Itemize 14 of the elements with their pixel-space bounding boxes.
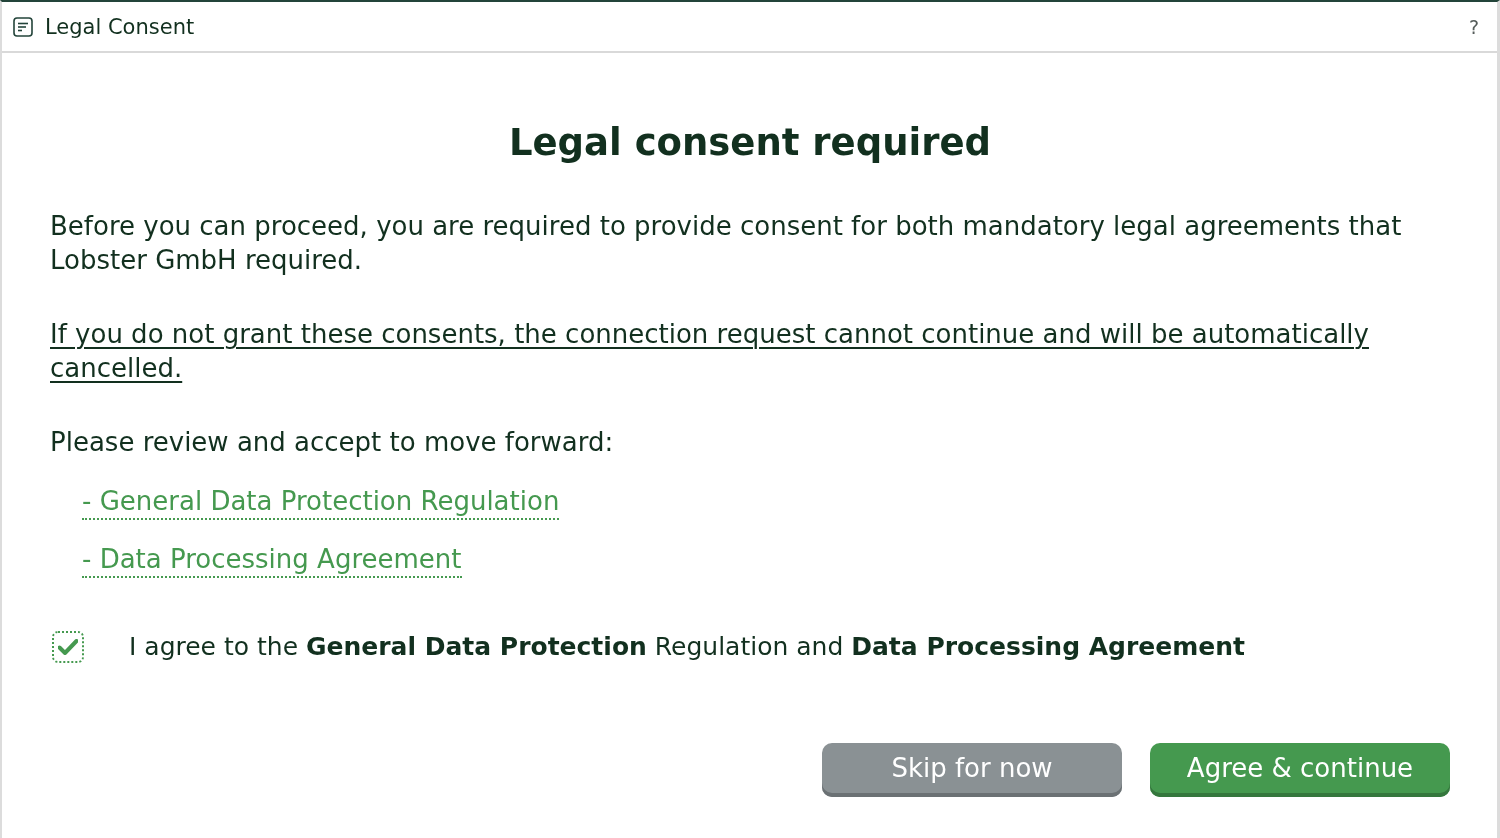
warning-text: If you do not grant these consents, the connection request cannot continue and will be automatically cancelled. bbox=[50, 318, 1370, 385]
window-title: Legal Consent bbox=[45, 14, 196, 39]
agree-label: I agree to the General Data Protection Regulation and Data Processing Agreement bbox=[129, 631, 1245, 663]
help-button[interactable]: ? bbox=[1464, 15, 1483, 38]
intro-text: Before you can proceed, you are required to provide consent for both mandatory legal agreements that Lobster GmbH required. bbox=[50, 210, 1403, 277]
agree-button[interactable]: Agree & continue bbox=[1150, 743, 1450, 797]
document-link[interactable]: - General Data Protection Regulation bbox=[82, 484, 560, 520]
prompt-text: Please review and accept to move forward: bbox=[50, 426, 615, 459]
document-link[interactable]: - Data Processing Agreement bbox=[82, 542, 462, 578]
document-icon bbox=[13, 16, 33, 37]
agree-checkbox[interactable] bbox=[52, 631, 84, 663]
dialog-heading: Legal consent required bbox=[507, 120, 993, 166]
check-icon bbox=[58, 639, 78, 655]
skip-button[interactable]: Skip for now bbox=[822, 743, 1122, 797]
